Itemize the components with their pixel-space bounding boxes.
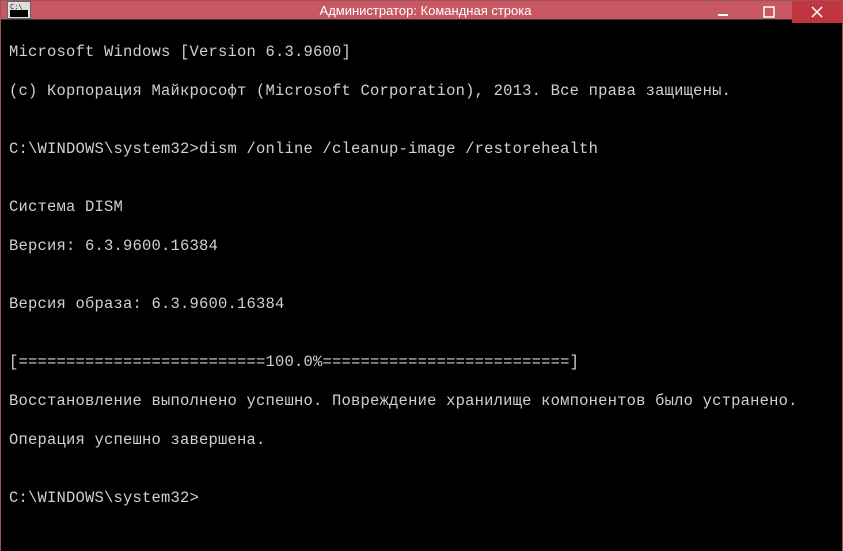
console-line: (c) Корпорация Майкрософт (Microsoft Cor… (9, 82, 834, 101)
close-button[interactable] (792, 1, 842, 23)
maximize-button[interactable] (746, 1, 792, 23)
minimize-icon (717, 6, 729, 18)
minimize-button[interactable] (700, 1, 746, 23)
console-line: Cистема DISM (9, 198, 834, 217)
console-output[interactable]: Microsoft Windows [Version 6.3.9600] (c)… (1, 19, 842, 551)
titlebar[interactable]: Администратор: Командная строка (1, 1, 842, 19)
window-buttons (700, 1, 842, 23)
console-prompt-line: C:\WINDOWS\system32>dism /online /cleanu… (9, 140, 834, 159)
console-prompt: C:\WINDOWS\system32> (9, 489, 834, 508)
close-icon (811, 6, 823, 18)
console-line: Microsoft Windows [Version 6.3.9600] (9, 43, 834, 62)
cmd-icon (7, 1, 31, 19)
maximize-icon (763, 6, 775, 18)
console-progress: [==========================100.0%=======… (9, 353, 834, 372)
console-line: Операция успешно завершена. (9, 431, 834, 450)
console-line: Версия: 6.3.9600.16384 (9, 237, 834, 256)
command-prompt-window: Администратор: Командная строка Microsof… (0, 0, 843, 551)
console-line: Версия образа: 6.3.9600.16384 (9, 295, 834, 314)
console-line: Восстановление выполнено успешно. Повреж… (9, 392, 834, 411)
